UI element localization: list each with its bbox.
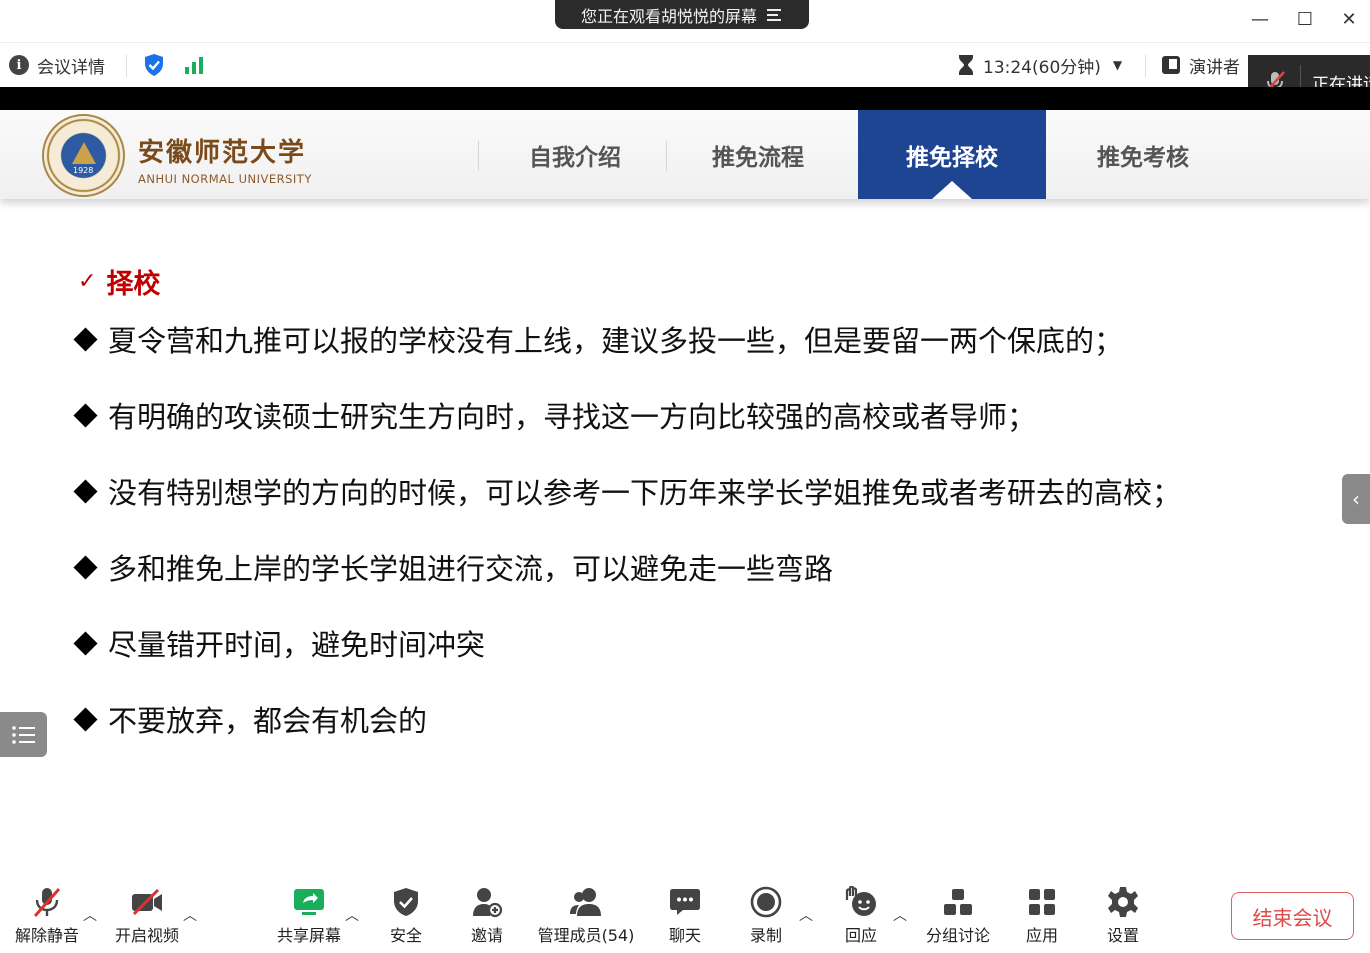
share-screen-icon (291, 884, 327, 920)
end-meeting-button[interactable]: 结束会议 (1231, 892, 1354, 940)
section-title: ✓ 择校 (78, 262, 160, 301)
breakout-rooms-icon (940, 884, 976, 920)
diamond-bullet-icon (73, 630, 98, 656)
bullet-item: 尽量错开时间，避免时间冲突 (73, 621, 485, 665)
bullet-item: 不要放弃，都会有机会的 (73, 697, 427, 741)
screen-share-notice[interactable]: 您正在观看胡悦悦的屏幕 (555, 0, 809, 29)
share-screen-label: 共享屏幕 (276, 926, 341, 945)
record-label: 录制 (749, 926, 782, 945)
close-button[interactable]: ✕ (1334, 6, 1364, 32)
reaction-hand-icon (843, 884, 879, 920)
meeting-timer[interactable]: 13:24(60分钟) ▼ (957, 53, 1122, 78)
divider (126, 55, 127, 77)
bullet-item: 多和推免上岸的学长学姐进行交流，可以避免走一些弯路 (73, 545, 833, 589)
invite-button[interactable]: 邀请 (437, 884, 537, 946)
mic-muted-icon (29, 884, 65, 920)
bullet-item: 夏令营和九推可以报的学校没有上线，建议多投一些，但是要留一两个保底的； (73, 317, 1123, 361)
meeting-details-label: 会议详情 (37, 57, 105, 78)
gear-icon (1105, 884, 1141, 920)
meeting-toolbar: 解除静音 ︿ 开启视频 ︿ 共享屏幕 ︿ 安全 邀请 管理成员(54) 聊天 录… (0, 867, 1370, 953)
diamond-bullet-icon (73, 706, 98, 732)
share-screen-button[interactable]: 共享屏幕 (259, 884, 359, 946)
diamond-bullet-icon (73, 554, 98, 580)
apps-grid-icon (1024, 884, 1060, 920)
settings-label: 设置 (1106, 926, 1139, 945)
section-title-text: 择校 (106, 269, 161, 300)
speaker-view-label: 演讲者 (1189, 57, 1240, 78)
chevron-up-icon[interactable]: ︿ (83, 905, 97, 925)
university-name-en: ANHUI NORMAL UNIVERSITY (138, 172, 312, 186)
university-name-cn: 安徽师范大学 (138, 138, 307, 168)
meeting-info-bar: i 会议详情 13:24(60分钟) ▼ 演讲者 (0, 42, 1370, 87)
meeting-details-button[interactable]: i 会议详情 (9, 53, 105, 78)
chevron-left-icon: ‹ (1352, 487, 1360, 511)
speaker-view-button[interactable]: 演讲者 (1161, 53, 1240, 78)
security-shield-icon (388, 884, 424, 920)
menu-icon[interactable] (767, 8, 783, 21)
checkmark-icon: ✓ (78, 269, 97, 294)
chevron-up-icon[interactable]: ︿ (183, 905, 197, 925)
university-seal-logo: 1928 (42, 114, 125, 197)
manage-members-label: 管理成员(54) (537, 926, 635, 945)
bullet-item: 有明确的攻读硕士研究生方向时，寻找这一方向比较强的高校或者导师； (73, 393, 1036, 437)
title-bar: 您正在观看胡悦悦的屏幕 — ☐ ✕ (0, 0, 1370, 42)
start-video-button[interactable]: 开启视频 (97, 884, 197, 946)
security-label: 安全 (389, 926, 422, 945)
hourglass-icon (959, 55, 973, 75)
slide-tab-self-intro: 自我介绍 (529, 144, 621, 171)
chat-label: 聊天 (668, 926, 701, 945)
minimize-button[interactable]: — (1245, 6, 1275, 32)
unmute-label: 解除静音 (14, 926, 79, 945)
list-panel-button[interactable] (0, 712, 47, 757)
encryption-shield-icon[interactable] (143, 53, 165, 77)
slide-tab-school-choice: 推免择校 (858, 110, 1046, 199)
divider (1145, 55, 1146, 77)
chat-bubble-icon (667, 884, 703, 920)
slide-tab-process: 推免流程 (712, 144, 804, 171)
breakout-rooms-label: 分组讨论 (925, 926, 990, 945)
members-icon (568, 884, 604, 920)
layout-icon (1162, 56, 1180, 74)
camera-off-icon (129, 884, 165, 920)
apps-label: 应用 (1025, 926, 1058, 945)
diamond-bullet-icon (73, 402, 98, 428)
chevron-up-icon[interactable]: ︿ (893, 905, 907, 925)
diamond-bullet-icon (73, 326, 98, 352)
timer-text: 13:24(60分钟) (983, 57, 1101, 78)
screen-share-notice-text: 您正在观看胡悦悦的屏幕 (580, 6, 757, 26)
invite-person-icon (469, 884, 505, 920)
settings-button[interactable]: 设置 (1073, 884, 1173, 946)
start-video-label: 开启视频 (114, 926, 179, 945)
manage-members-button[interactable]: 管理成员(54) (536, 884, 636, 946)
reactions-label: 回应 (844, 926, 877, 945)
bullet-item: 没有特别想学的方向的时候，可以参考一下历年来学长学姐推免或者考研去的高校； (73, 469, 1181, 513)
expand-panel-button[interactable]: ‹ (1342, 474, 1370, 524)
list-icon (11, 725, 35, 744)
info-icon: i (9, 55, 29, 75)
shared-screen-top-border (0, 87, 1370, 110)
signal-strength-icon[interactable] (184, 53, 206, 77)
shared-screen: 1928 安徽师范大学 ANHUI NORMAL UNIVERSITY 自我介绍… (0, 87, 1370, 867)
slide-header: 1928 安徽师范大学 ANHUI NORMAL UNIVERSITY 自我介绍… (0, 110, 1370, 199)
diamond-bullet-icon (73, 478, 98, 504)
nav-divider (478, 141, 479, 171)
maximize-button[interactable]: ☐ (1290, 6, 1320, 32)
chevron-down-icon[interactable]: ▼ (1113, 58, 1122, 72)
record-icon (748, 884, 784, 920)
invite-label: 邀请 (470, 926, 503, 945)
slide-tab-assessment: 推免考核 (1097, 144, 1189, 171)
